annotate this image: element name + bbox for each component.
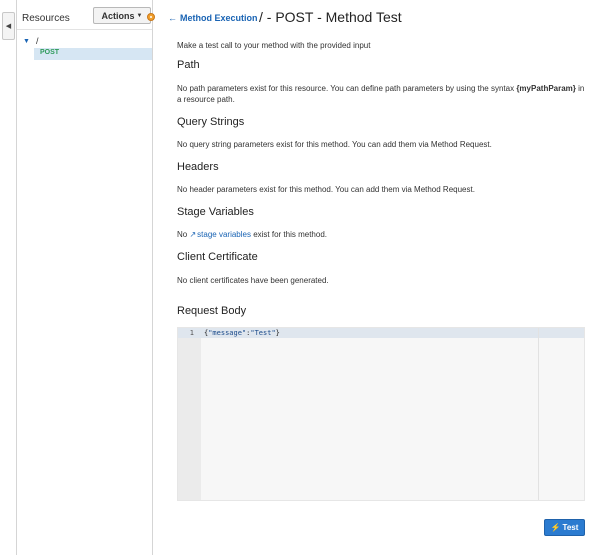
path-text-before: No path parameters exist for this resour…: [177, 84, 517, 93]
resources-sidebar: Resources Actions ▼ ▼ / POST: [17, 0, 153, 555]
stage-variables-heading: Stage Variables: [177, 206, 254, 218]
arrow-left-icon: ←: [168, 13, 177, 23]
editor-print-margin: [538, 328, 539, 500]
sidebar-divider: [17, 29, 152, 30]
path-heading: Path: [177, 59, 200, 71]
client-certificate-heading: Client Certificate: [177, 251, 258, 263]
stage-text-after: exist for this method.: [250, 230, 327, 239]
code-key: "message": [208, 329, 247, 337]
expand-caret-icon[interactable]: ▼: [23, 38, 30, 45]
caret-left-icon: ◀: [5, 23, 12, 30]
stage-variables-link[interactable]: ↗stage variables: [189, 230, 251, 239]
resources-title: Resources: [22, 13, 70, 24]
request-body-heading: Request Body: [177, 305, 247, 317]
collapse-sidebar-button[interactable]: ◀: [2, 12, 15, 40]
editor-gutter: [178, 328, 201, 500]
tree-item-post[interactable]: POST: [34, 48, 152, 60]
path-syntax: {myPathParam}: [516, 84, 576, 93]
headers-text: No header parameters exist for this meth…: [177, 185, 475, 194]
page-title: / - POST - Method Test: [259, 9, 402, 25]
sidebar-collapse-strip: ◀: [0, 0, 17, 555]
chevron-down-icon: ▼: [136, 12, 143, 19]
headers-heading: Headers: [177, 161, 219, 173]
stage-variables-link-label: stage variables: [197, 230, 251, 239]
intro-text: Make a test call to your method with the…: [177, 41, 371, 50]
code-value: "Test": [250, 329, 276, 337]
lightning-bolt-icon: ⚡: [550, 523, 561, 532]
actions-button[interactable]: Actions ▼: [93, 7, 151, 24]
status-indicator-icon: [147, 13, 155, 21]
line-number: 1: [189, 329, 194, 337]
tree-root-label: /: [35, 36, 39, 46]
test-button-label: Test: [562, 523, 579, 532]
path-text: No path parameters exist for this resour…: [177, 83, 587, 105]
editor-code[interactable]: {"message":"Test"}: [204, 329, 280, 337]
stage-text-before: No: [177, 230, 190, 239]
back-link-label: Method Execution: [180, 13, 258, 23]
actions-label: Actions: [101, 10, 135, 21]
stage-variables-text: No ↗stage variables exist for this metho…: [177, 229, 587, 240]
query-strings-heading: Query Strings: [177, 116, 245, 128]
method-execution-link[interactable]: ← Method Execution: [168, 13, 258, 23]
client-certificate-text: No client certificates have been generat…: [177, 276, 329, 285]
external-link-icon: ↗: [189, 230, 197, 239]
query-strings-text: No query string parameters exist for thi…: [177, 140, 492, 149]
code-brace-close: }: [275, 329, 280, 337]
tree-item-root[interactable]: ▼ /: [23, 36, 38, 46]
test-button[interactable]: ⚡ Test: [544, 519, 585, 536]
request-body-editor[interactable]: 1 {"message":"Test"}: [177, 327, 585, 501]
tree-method-label: POST: [40, 49, 60, 56]
